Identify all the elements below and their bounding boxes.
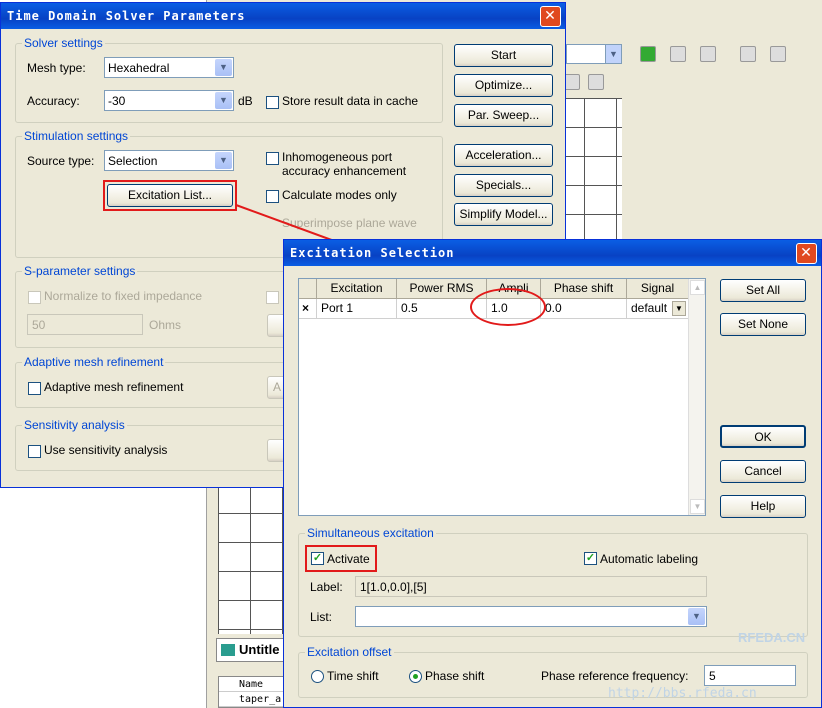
phase-shift-label: Phase shift <box>425 669 485 683</box>
watermark-logo: RFEDA.CN <box>738 630 806 645</box>
phase-shift-radio[interactable] <box>409 670 422 683</box>
automatic-labeling-checkbox[interactable]: ✓ <box>584 552 597 565</box>
chevron-down-icon[interactable]: ▼ <box>672 301 686 316</box>
column-header-phase-shift[interactable]: Phase shift <box>541 279 627 299</box>
close-icon: ✕ <box>800 245 813 261</box>
annotation-amplitude-ellipse <box>470 288 546 326</box>
cell-excitation[interactable]: Port 1 <box>317 299 397 319</box>
automatic-labeling-label: Automatic labeling <box>600 552 699 566</box>
table-scrollbar[interactable]: ▲ ▼ <box>688 279 705 515</box>
cancel-button[interactable]: Cancel <box>720 460 806 483</box>
set-all-button[interactable]: Set All <box>720 279 806 302</box>
scroll-up-icon[interactable]: ▲ <box>690 280 705 295</box>
scroll-down-icon[interactable]: ▼ <box>690 499 705 514</box>
label-caption: Label: <box>310 580 343 594</box>
watermark-url: http://bbs.rfeda.cn <box>608 686 757 701</box>
close-button[interactable]: ✕ <box>796 243 817 264</box>
dialog-title: Excitation Selection <box>290 246 455 260</box>
time-shift-label: Time shift <box>327 669 379 683</box>
cell-signal[interactable]: default ▼ <box>627 299 689 319</box>
column-header-excitation[interactable]: Excitation <box>317 279 397 299</box>
time-shift-radio[interactable] <box>311 670 324 683</box>
list-select[interactable]: ▼ <box>355 606 707 627</box>
column-header-power-rms[interactable]: Power RMS <box>397 279 487 299</box>
annotation-activate-box <box>305 545 377 572</box>
ok-button[interactable]: OK <box>720 425 806 448</box>
label-field[interactable]: 1[1.0,0.0],[5] <box>355 576 707 597</box>
table-header-check <box>299 279 317 299</box>
group-label: Excitation offset <box>305 645 394 659</box>
group-label: Simultaneous excitation <box>305 526 436 540</box>
phase-reference-frequency-input[interactable]: 5 <box>704 665 796 686</box>
cell-phase-shift[interactable]: 0.0 <box>541 299 627 319</box>
dialog-title-bar[interactable]: Excitation Selection ✕ <box>284 240 821 266</box>
set-none-button[interactable]: Set None <box>720 313 806 336</box>
chevron-down-icon: ▼ <box>688 608 705 625</box>
row-checkbox[interactable]: × <box>299 299 317 319</box>
phase-reference-frequency-label: Phase reference frequency: <box>541 669 689 683</box>
list-caption: List: <box>310 610 333 624</box>
help-button[interactable]: Help <box>720 495 806 518</box>
column-header-signal[interactable]: Signal <box>627 279 689 299</box>
